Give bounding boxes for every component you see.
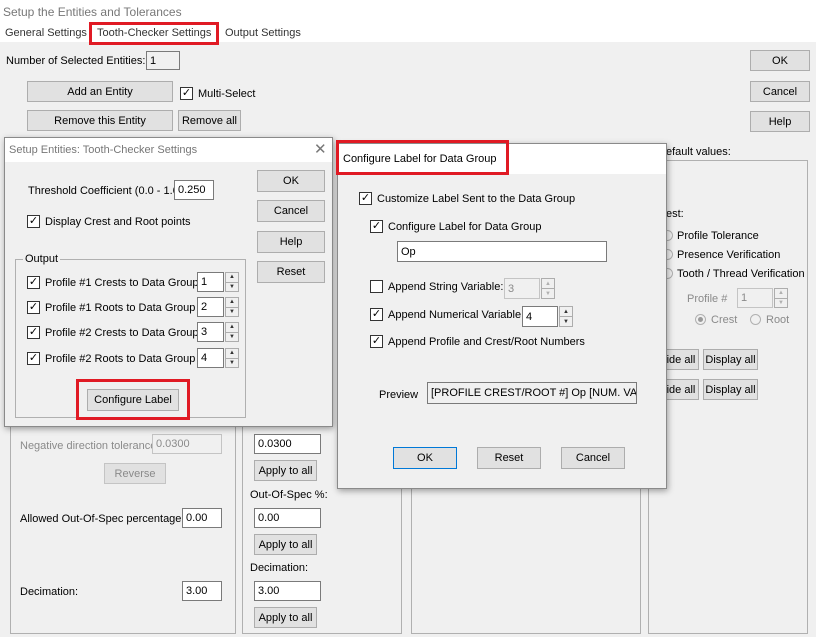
presence-verification-label: Presence Verification — [677, 249, 781, 261]
configure-label-checkbox[interactable]: ✓ — [370, 220, 383, 233]
append-string-checkbox[interactable] — [370, 280, 383, 293]
configure-label-text: Configure Label for Data Group — [388, 221, 542, 233]
label-input[interactable]: Op — [397, 241, 607, 262]
append-numerical-spinner[interactable]: ▲ ▼ — [559, 306, 573, 327]
neg-dir-tol-field[interactable]: 0.0300 — [152, 434, 222, 454]
add-entity-button[interactable]: Add an Entity — [27, 81, 173, 102]
tooth-help-button[interactable]: Help — [257, 231, 325, 253]
profile-num-label: Profile # — [687, 293, 728, 305]
close-icon[interactable]: ✕ — [314, 140, 327, 158]
tooth-cancel-button[interactable]: Cancel — [257, 200, 325, 222]
customize-label-text: Customize Label Sent to the Data Group — [377, 193, 576, 205]
allowed-oos-label: Allowed Out-Of-Spec percentage: — [20, 513, 185, 525]
crest-label: Crest — [711, 314, 738, 326]
row-3-field[interactable]: 3 — [197, 322, 224, 342]
tooth-thread-verification-label: Tooth / Thread Verification — [677, 268, 805, 280]
root-label: Root — [766, 314, 790, 326]
row-2-field[interactable]: 2 — [197, 297, 224, 317]
row-3-label: Profile #2 Crests to Data Group # — [45, 327, 208, 339]
profile-tolerance-label: Profile Tolerance — [677, 230, 759, 242]
profile-num-spinner[interactable]: ▲ ▼ — [774, 288, 788, 308]
apply-to-all-button-3[interactable]: Apply to all — [254, 607, 317, 628]
append-string-text: Append String Variable: — [388, 281, 504, 293]
default-values-label: efault values: — [666, 146, 731, 158]
remove-all-button[interactable]: Remove all — [178, 110, 241, 131]
decimation-field[interactable]: 3.00 — [182, 581, 222, 601]
crest-radio[interactable] — [695, 314, 706, 325]
display-crest-root-label: Display Crest and Root points — [45, 216, 191, 228]
configure-label-highlight — [76, 379, 190, 420]
tab-output-settings[interactable]: Output Settings — [225, 27, 301, 39]
tooth-reset-button[interactable]: Reset — [257, 261, 325, 283]
col2-decimation-field[interactable]: 3.00 — [254, 581, 321, 601]
row-4-label: Profile #2 Roots to Data Group # — [45, 353, 205, 365]
configure-label-dialog: Configure Label for Data Group ✓ Customi… — [336, 140, 667, 489]
oos-pct-label: Out-Of-Spec %: — [250, 489, 328, 501]
main-ok-button[interactable]: OK — [750, 50, 810, 71]
threshold-field[interactable]: 0.250 — [174, 180, 214, 200]
test-label: est: — [666, 208, 684, 220]
profile-num-field[interactable]: 1 — [737, 288, 773, 308]
row-1-field[interactable]: 1 — [197, 272, 224, 292]
preview-field: [PROFILE CREST/ROOT #] Op [NUM. VAR# — [427, 382, 637, 404]
apply-to-all-button-2[interactable]: Apply to all — [254, 534, 317, 555]
tab-highlight — [89, 22, 219, 45]
title-bar: Setup the Entities and Tolerances — [0, 0, 816, 24]
row-1-spinner[interactable]: ▲ ▼ — [225, 272, 239, 292]
decimation-label: Decimation: — [20, 586, 79, 598]
apply-to-all-button-1[interactable]: Apply to all — [254, 460, 317, 481]
neg-dir-tol-label: Negative direction tolerance: — [20, 440, 160, 452]
row-4-spinner[interactable]: ▲ ▼ — [225, 348, 239, 368]
row-2-label: Profile #1 Roots to Data Group # — [45, 302, 205, 314]
preview-label: Preview — [379, 389, 419, 401]
root-radio[interactable] — [750, 314, 761, 325]
window-title: Setup the Entities and Tolerances — [3, 5, 182, 19]
row-4-field[interactable]: 4 — [197, 348, 224, 368]
append-string-field[interactable]: 3 — [504, 278, 540, 299]
oos-pct-field[interactable]: 0.00 — [254, 508, 321, 528]
append-numerical-text: Append Numerical Variable: — [388, 309, 525, 321]
num-selected-field: 1 — [146, 51, 180, 70]
allowed-oos-field[interactable]: 0.00 — [182, 508, 222, 528]
append-numerical-field[interactable]: 4 — [522, 306, 558, 327]
row-3-checkbox[interactable]: ✓ — [27, 326, 40, 339]
column-panel-3 — [411, 488, 641, 634]
num-selected-label: Number of Selected Entities: — [6, 55, 146, 67]
append-profile-checkbox[interactable]: ✓ — [370, 335, 383, 348]
output-group-label: Output — [23, 253, 61, 265]
tooth-dialog-title: Setup Entities: Tooth-Checker Settings — [9, 144, 198, 156]
col2-decimation-label: Decimation: — [250, 562, 309, 574]
multi-select-checkbox[interactable]: ✓ — [180, 87, 193, 100]
tab-general-settings[interactable]: General Settings — [5, 27, 87, 39]
append-profile-text: Append Profile and Crest/Root Numbers — [388, 336, 585, 348]
main-cancel-button[interactable]: Cancel — [750, 81, 810, 102]
row-4-checkbox[interactable]: ✓ — [27, 352, 40, 365]
tooth-checker-dialog: Setup Entities: Tooth-Checker Settings ✕… — [4, 137, 333, 427]
config-ok-button[interactable]: OK — [393, 447, 457, 469]
row-2-checkbox[interactable]: ✓ — [27, 301, 40, 314]
config-cancel-button[interactable]: Cancel — [561, 447, 625, 469]
multi-select-label: Multi-Select — [198, 88, 256, 100]
display-all-button-2[interactable]: Display all — [703, 379, 758, 400]
remove-entity-button[interactable]: Remove this Entity — [27, 110, 173, 131]
row-3-spinner[interactable]: ▲ ▼ — [225, 322, 239, 342]
tooth-dialog-title-bar: Setup Entities: Tooth-Checker Settings ✕ — [5, 138, 332, 162]
main-help-button[interactable]: Help — [750, 111, 810, 132]
display-all-button-1[interactable]: Display all — [703, 349, 758, 370]
display-crest-root-checkbox[interactable]: ✓ — [27, 215, 40, 228]
append-numerical-checkbox[interactable]: ✓ — [370, 308, 383, 321]
customize-label-checkbox[interactable]: ✓ — [359, 192, 372, 205]
col2-tol-field[interactable]: 0.0300 — [254, 434, 321, 454]
config-title-highlight — [336, 140, 509, 175]
row-1-label: Profile #1 Crests to Data Group # — [45, 277, 208, 289]
reverse-button[interactable]: Reverse — [104, 463, 166, 484]
threshold-label: Threshold Coefficient (0.0 - 1.0): — [28, 185, 186, 197]
row-2-spinner[interactable]: ▲ ▼ — [225, 297, 239, 317]
tooth-ok-button[interactable]: OK — [257, 170, 325, 192]
config-reset-button[interactable]: Reset — [477, 447, 541, 469]
row-1-checkbox[interactable]: ✓ — [27, 276, 40, 289]
append-string-spinner[interactable]: ▲ ▼ — [541, 278, 555, 299]
